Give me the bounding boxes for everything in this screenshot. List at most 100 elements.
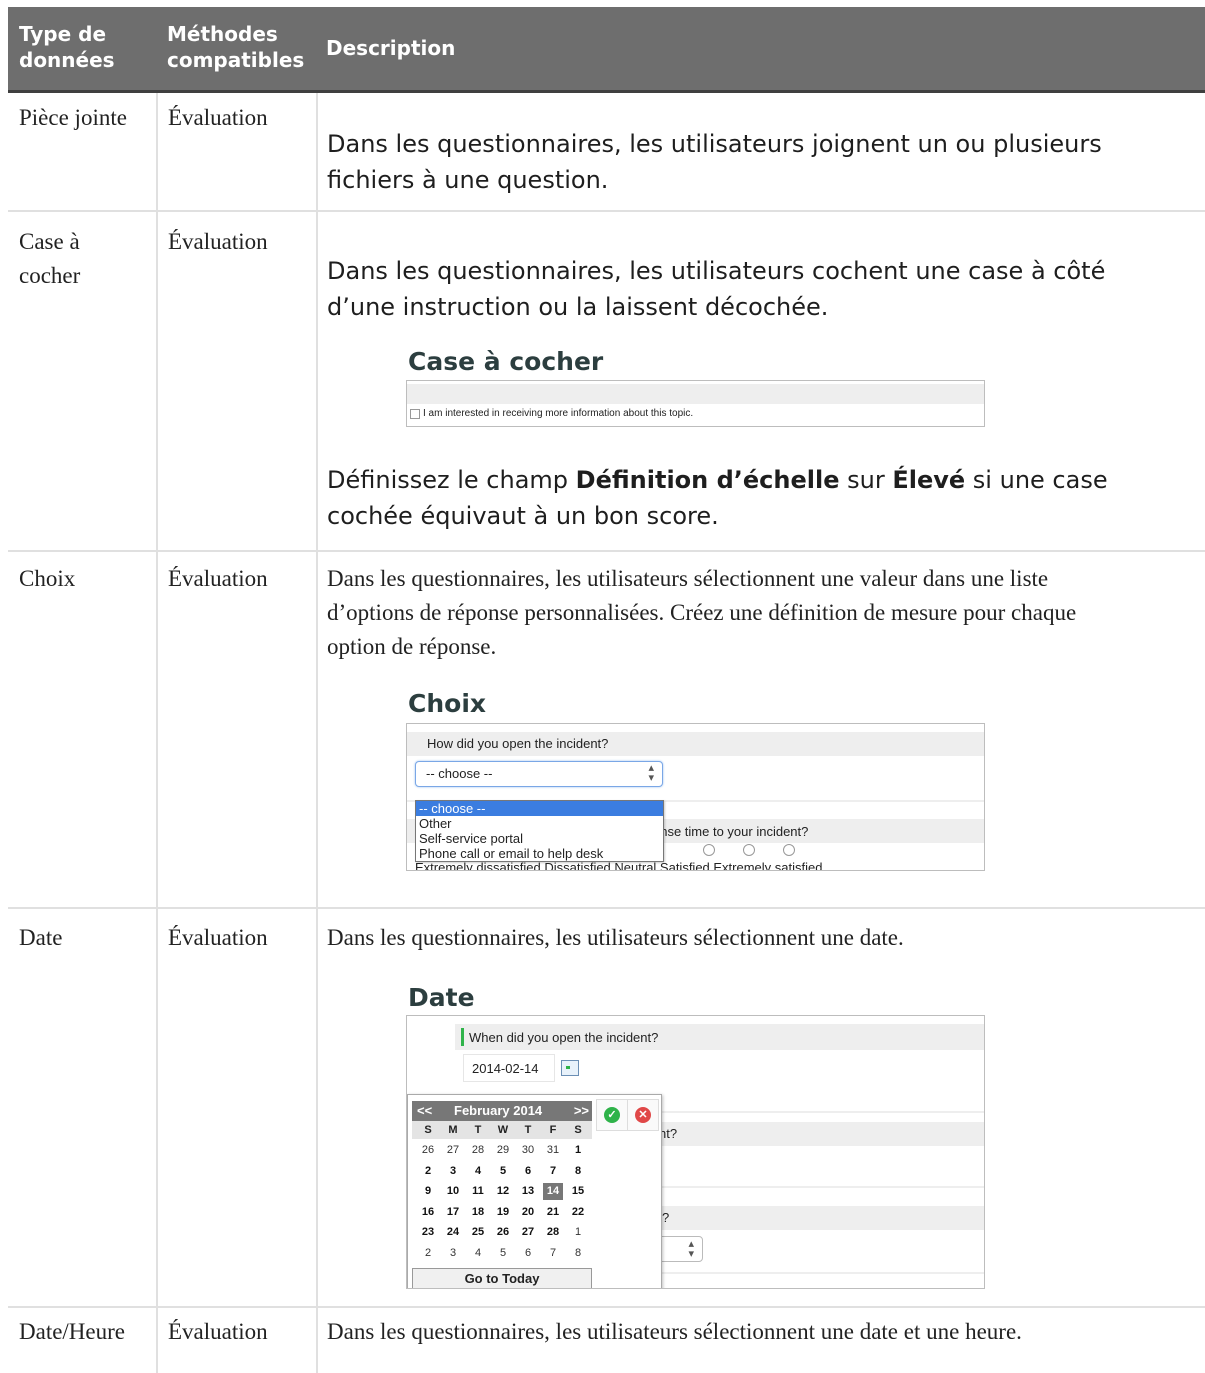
description-line: d’options de réponse personnalisées. Cré… bbox=[327, 600, 1077, 625]
accept-button[interactable]: ✓ bbox=[596, 1099, 628, 1131]
calendar-day[interactable]: 28 bbox=[543, 1224, 563, 1241]
calendar-day[interactable]: 24 bbox=[443, 1224, 463, 1241]
checkbox-screenshot: I am interested in receiving more inform… bbox=[406, 380, 985, 427]
date-input[interactable]: 2014-02-14 bbox=[463, 1054, 555, 1082]
calendar-day[interactable]: 15 bbox=[568, 1183, 588, 1200]
calendar-weekday: S bbox=[574, 1124, 582, 1136]
dropdown-option[interactable]: -- choose -- bbox=[416, 801, 663, 816]
calendar-day[interactable]: 21 bbox=[543, 1204, 563, 1221]
row-method: Évaluation bbox=[168, 925, 268, 950]
row-method: Évaluation bbox=[168, 229, 268, 254]
row-description: Dans les questionnaires, les utilisateur… bbox=[327, 126, 1102, 198]
choice-select[interactable]: -- choose -- ▴ ▾ bbox=[415, 761, 663, 787]
prev-month-button[interactable]: << bbox=[417, 1103, 432, 1118]
go-to-today-button[interactable]: Go to Today bbox=[412, 1268, 592, 1288]
calendar-day[interactable]: 27 bbox=[443, 1142, 463, 1159]
choice-screenshot: How did you open the incident? -- choose… bbox=[406, 723, 985, 871]
calendar-weekday: W bbox=[497, 1124, 509, 1136]
dropdown-option[interactable]: Self-service portal bbox=[416, 831, 663, 846]
figure-caption: Date bbox=[408, 983, 475, 1012]
calendar-weekday: T bbox=[474, 1124, 482, 1136]
calendar-day-selected[interactable]: 14 bbox=[543, 1183, 563, 1200]
calendar-icon[interactable] bbox=[561, 1060, 579, 1076]
calendar-day[interactable]: 3 bbox=[443, 1163, 463, 1180]
calendar-day[interactable]: 8 bbox=[568, 1245, 588, 1262]
calendar-day[interactable]: 8 bbox=[568, 1163, 588, 1180]
description-line: option de réponse. bbox=[327, 634, 497, 659]
dropdown-option[interactable]: Other bbox=[416, 816, 663, 831]
calendar-day[interactable]: 7 bbox=[543, 1245, 563, 1262]
calendar-day[interactable]: 29 bbox=[493, 1142, 513, 1159]
calendar-day[interactable]: 4 bbox=[468, 1245, 488, 1262]
calendar-day[interactable]: 1 bbox=[568, 1224, 588, 1241]
checkbox[interactable] bbox=[410, 408, 420, 419]
calendar-day[interactable]: 11 bbox=[468, 1183, 488, 1200]
calendar-day[interactable]: 26 bbox=[493, 1224, 513, 1241]
mandatory-marker bbox=[461, 1028, 464, 1046]
calendar-day[interactable]: 3 bbox=[443, 1245, 463, 1262]
table-header: Type de données Méthodes compatibles Des… bbox=[8, 7, 1205, 93]
calendar-day[interactable]: 9 bbox=[418, 1183, 438, 1200]
row-method: Évaluation bbox=[168, 1319, 268, 1344]
calendar-weekday: S bbox=[424, 1124, 432, 1136]
calendar-day[interactable]: 31 bbox=[543, 1142, 563, 1159]
column-divider bbox=[316, 93, 318, 1373]
calendar-day[interactable]: 2 bbox=[418, 1245, 438, 1262]
description-line: fichiers à une question. bbox=[327, 166, 609, 194]
calendar-day[interactable]: 19 bbox=[493, 1204, 513, 1221]
question-label: When did you open the incident? bbox=[469, 1030, 659, 1045]
calendar-day[interactable]: 5 bbox=[493, 1245, 513, 1262]
header-methods-line1: Méthodes bbox=[167, 22, 278, 46]
row-type-choice: Choix bbox=[19, 566, 76, 591]
calendar-day[interactable]: 20 bbox=[518, 1204, 538, 1221]
note-text: sur bbox=[839, 466, 893, 494]
select-arrows-icon: ▴ ▾ bbox=[688, 1238, 694, 1260]
calendar-weekday: T bbox=[524, 1124, 532, 1136]
check-icon: ✓ bbox=[604, 1107, 620, 1123]
calendar-day[interactable]: 30 bbox=[518, 1142, 538, 1159]
calendar-day[interactable]: 28 bbox=[468, 1142, 488, 1159]
calendar-day[interactable]: 1 bbox=[568, 1142, 588, 1159]
radio[interactable] bbox=[743, 844, 755, 856]
calendar-day[interactable]: 5 bbox=[493, 1163, 513, 1180]
cancel-button[interactable]: ✕ bbox=[627, 1099, 659, 1131]
calendar-day[interactable]: 25 bbox=[468, 1224, 488, 1241]
calendar-day[interactable]: 6 bbox=[518, 1245, 538, 1262]
calendar-day[interactable]: 16 bbox=[418, 1204, 438, 1221]
radio[interactable] bbox=[783, 844, 795, 856]
calendar-day[interactable]: 22 bbox=[568, 1204, 588, 1221]
calendar-day[interactable]: 27 bbox=[518, 1224, 538, 1241]
calendar-day[interactable]: 26 bbox=[418, 1142, 438, 1159]
question-label-obscured: ? bbox=[662, 1210, 670, 1225]
close-icon: ✕ bbox=[635, 1107, 651, 1123]
calendar-day[interactable]: 13 bbox=[518, 1183, 538, 1200]
header-type: Type de données bbox=[19, 21, 115, 73]
calendar-day[interactable]: 18 bbox=[468, 1204, 488, 1221]
row-type-line: cocher bbox=[19, 263, 81, 288]
calendar-day[interactable]: 2 bbox=[418, 1163, 438, 1180]
calendar-day[interactable]: 10 bbox=[443, 1183, 463, 1200]
calendar-day[interactable]: 23 bbox=[418, 1224, 438, 1241]
date-screenshot: When did you open the incident? 2014-02-… bbox=[406, 1015, 985, 1289]
calendar-day[interactable]: 6 bbox=[518, 1163, 538, 1180]
row-method: Évaluation bbox=[168, 566, 268, 591]
radio[interactable] bbox=[703, 844, 715, 856]
dropdown-option[interactable]: Phone call or email to help desk bbox=[416, 846, 663, 861]
question-band bbox=[407, 384, 984, 404]
calendar-day[interactable]: 7 bbox=[543, 1163, 563, 1180]
description-line: Dans les questionnaires, les utilisateur… bbox=[327, 130, 1102, 158]
next-month-button[interactable]: >> bbox=[574, 1103, 589, 1118]
figure-caption: Case à cocher bbox=[408, 347, 604, 376]
select-value: -- choose -- bbox=[426, 766, 493, 781]
row-divider bbox=[8, 1306, 1205, 1308]
calendar-day[interactable]: 4 bbox=[468, 1163, 488, 1180]
description-line: Dans les questionnaires, les utilisateur… bbox=[327, 566, 1049, 591]
row-divider bbox=[8, 210, 1205, 212]
date-value: 2014-02-14 bbox=[472, 1061, 539, 1076]
calendar-popup: << February 2014 >> SMTWTFS 26 27 28 29 30 31… bbox=[407, 1094, 662, 1288]
calendar-day[interactable]: 17 bbox=[443, 1204, 463, 1221]
question-label: How did you open the incident? bbox=[427, 736, 609, 751]
row-description: Dans les questionnaires, les utilisateur… bbox=[327, 562, 1076, 664]
note-field: Définition d’échelle bbox=[575, 466, 840, 494]
calendar-day[interactable]: 12 bbox=[493, 1183, 513, 1200]
